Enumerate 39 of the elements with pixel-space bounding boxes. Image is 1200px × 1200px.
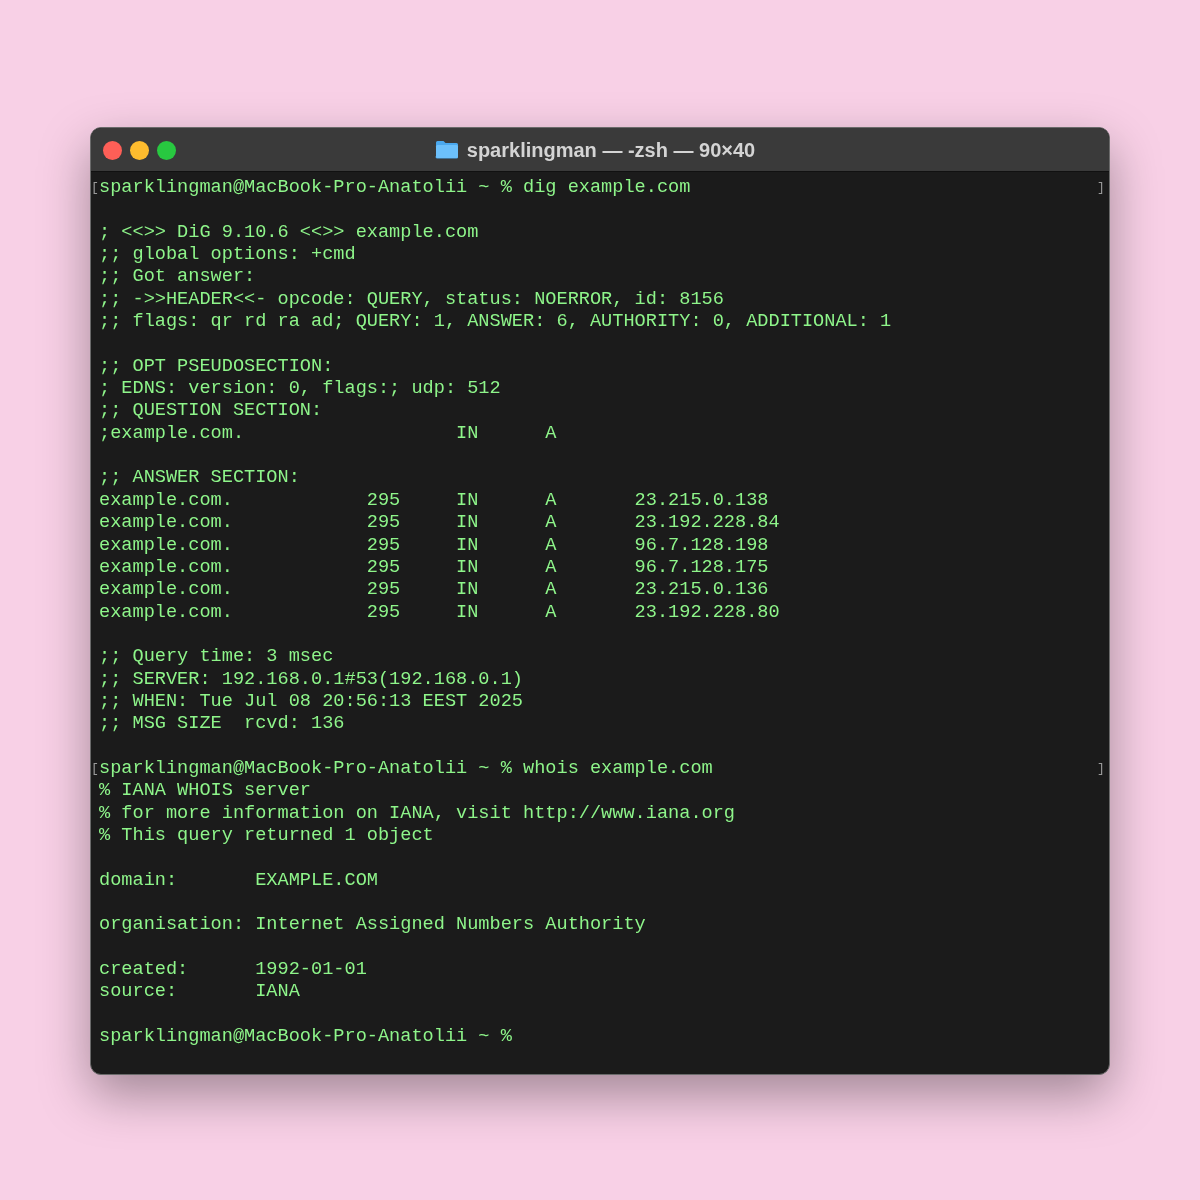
prompt-line: sparklingman@MacBook-Pro-Anatolii ~ % [99,1026,513,1049]
output-line: source: IANA [99,981,301,1004]
output-line: ;; global options: +cmd [99,244,357,267]
window-title: sparklingman — -zsh — 90×40 [466,137,756,163]
output-line: ;; flags: qr rd ra ad; QUERY: 1, ANSWER: 6, AUTHORITY: 0, ADDITIONAL: 1 [99,311,893,334]
bracket-mark: [ [91,759,99,778]
prompt-line: sparklingman@MacBook-Pro-Anatolii ~ % dig example.com [99,177,692,200]
maximize-icon[interactable] [157,141,176,160]
output-line: ;; OPT PSEUDOSECTION: [99,355,335,379]
output-line: ; EDNS: version: 0, flags:; udp: 512 [99,378,502,401]
output-line: domain: EXAMPLE.COM [99,869,379,892]
output-line: example.com. 295 IN A 96.7.128.175 [99,556,770,580]
bracket-mark: [ [91,179,99,197]
output-line: ;; MSG SIZE rcvd: 136 [99,713,346,736]
minimize-icon[interactable] [130,141,149,160]
output-line: ;; ANSWER SECTION: [99,467,301,490]
output-line: ;; QUESTION SECTION: [99,400,324,423]
bracket-mark: ] [1097,759,1106,778]
output-line: created: 1992-01-01 [99,959,368,982]
output-line: ;; Got answer: [99,266,257,289]
output-line: % for more information on IANA, visit http://www.iana.org [99,802,736,825]
output-line: ;; ->>HEADER<<- opcode: QUERY, status: NOERROR, id: 8156 [99,288,725,312]
output-line: ;; SERVER: 192.168.0.1#53(192.168.0.1) [99,668,524,691]
bracket-mark: ] [1097,179,1106,197]
output-line: example.com. 295 IN A 23.192.228.80 [99,601,781,624]
output-line: example.com. 295 IN A 96.7.128.198 [99,534,770,557]
output-line: ;; Query time: 3 msec [99,646,335,669]
output-line: ; <<>> DiG 9.10.6 <<>> example.com [99,221,480,245]
close-icon[interactable] [103,141,122,160]
output-line: % IANA WHOIS server [99,780,312,803]
output-line: ;; WHEN: Tue Jul 08 20:56:13 EEST 2025 [99,690,524,714]
output-line: example.com. 295 IN A 23.215.0.138 [99,489,770,513]
output-line: example.com. 295 IN A 23.192.228.84 [99,512,781,535]
output-line: organisation: Internet Assigned Numbers Authority [99,914,647,937]
output-line: ;example.com. IN A [99,422,558,446]
output-line: % This query returned 1 object [99,824,435,848]
output-line: example.com. 295 IN A 23.215.0.136 [99,579,770,602]
prompt-line: sparklingman@MacBook-Pro-Anatolii ~ % whois example.com [99,757,714,781]
folder-icon [434,140,459,159]
